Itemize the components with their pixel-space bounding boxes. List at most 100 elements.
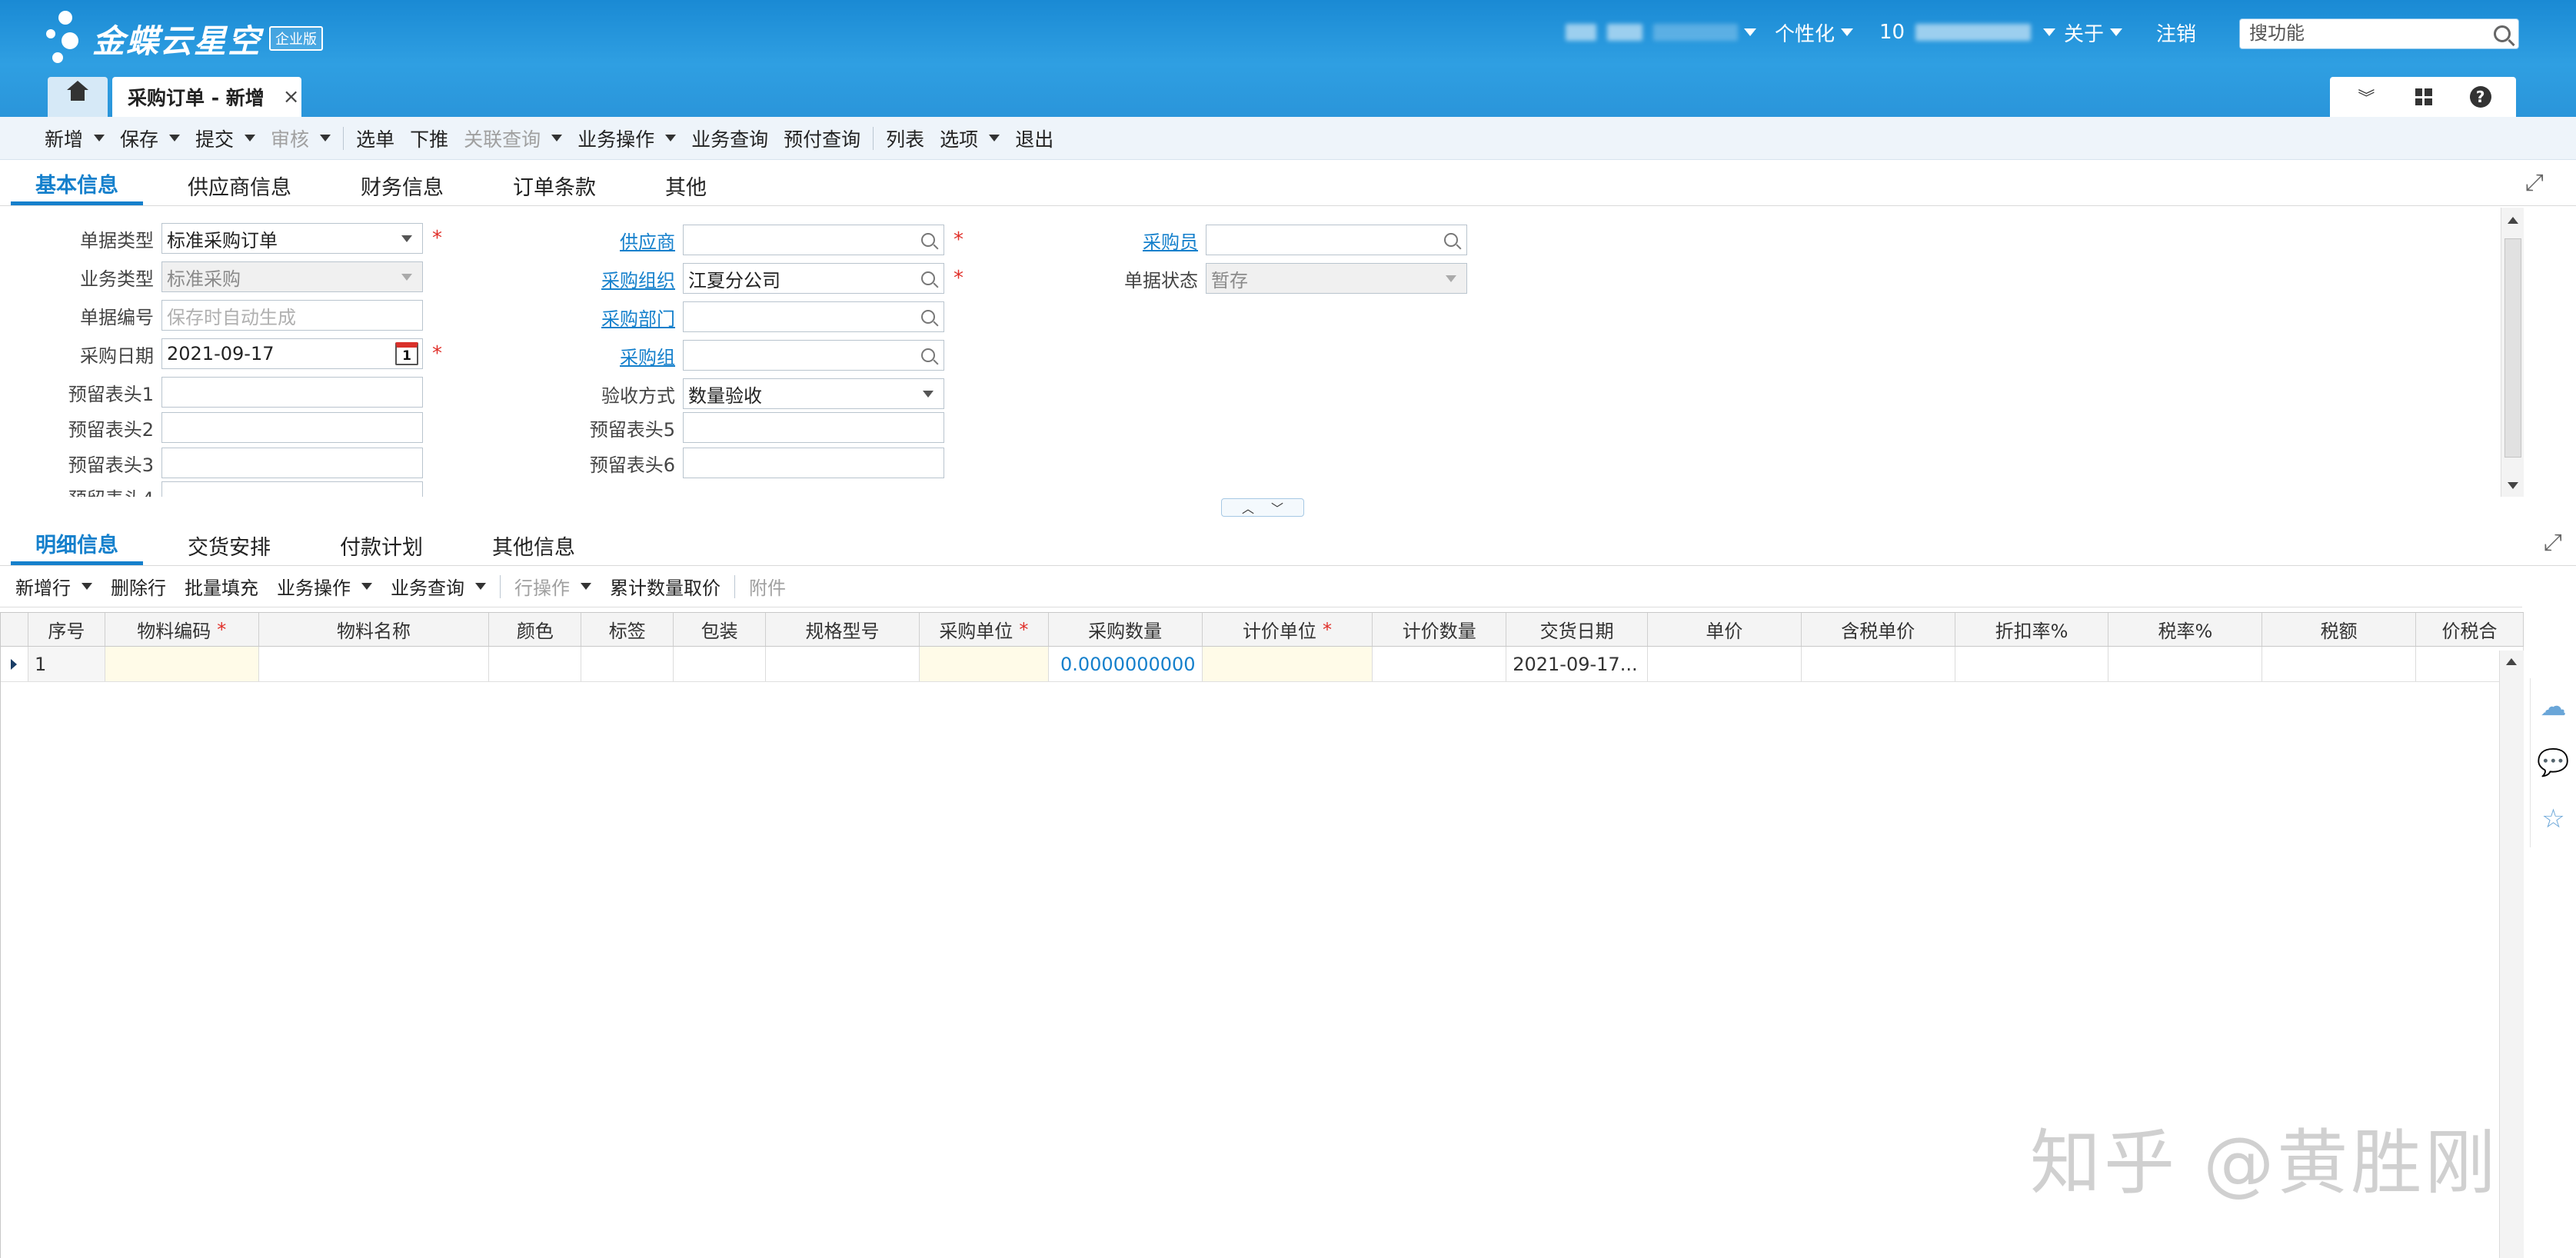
buyer-link[interactable]: 采购员: [1046, 227, 1198, 254]
scroll-up-icon[interactable]: [2506, 658, 2517, 665]
toolbar-button[interactable]: 新增: [37, 117, 112, 160]
toolbar-button[interactable]: 下推: [402, 117, 456, 160]
tab-detail_tabs-2[interactable]: 付款计划: [315, 525, 448, 565]
grid-cell[interactable]: [919, 647, 1049, 681]
function-search[interactable]: [2239, 18, 2519, 49]
grid-cell[interactable]: [1202, 647, 1373, 681]
toolbar-button[interactable]: 业务操作: [570, 117, 684, 160]
account-menu[interactable]: 10: [1879, 15, 2056, 49]
purchase-date-input[interactable]: 2021-09-17 1: [161, 338, 423, 369]
grid-cell[interactable]: [1648, 647, 1802, 681]
about-menu[interactable]: 关于: [2064, 15, 2123, 49]
grid-cell[interactable]: [1802, 647, 1955, 681]
column-header[interactable]: 物料编码 *: [105, 613, 259, 646]
row-indicator[interactable]: [1, 647, 28, 681]
lookup-button[interactable]: [913, 225, 944, 255]
column-header[interactable]: 含税单价: [1802, 613, 1955, 646]
toolbar-button[interactable]: 保存: [112, 117, 188, 160]
detail-toolbar-button[interactable]: 批量填充: [175, 566, 268, 607]
toolbar-button[interactable]: 列表: [878, 117, 932, 160]
purchase-org-input[interactable]: 江夏分公司: [683, 263, 944, 294]
column-header[interactable]: 物料名称: [259, 613, 490, 646]
logout-link[interactable]: 注销: [2156, 15, 2196, 49]
grid-scrollbar[interactable]: [2499, 651, 2524, 1258]
grid-cell[interactable]: [2108, 647, 2263, 681]
column-header[interactable]: 折扣率%: [1955, 613, 2109, 646]
tab-header_tabs-2[interactable]: 财务信息: [336, 165, 468, 205]
chevron-down-icon[interactable]: ﹀: [1271, 498, 1283, 517]
toolbar-button[interactable]: 预付查询: [776, 117, 868, 160]
toolbar-button[interactable]: 提交: [188, 117, 263, 160]
tab-detail_tabs-3[interactable]: 其他信息: [468, 525, 600, 565]
supplier-input[interactable]: [683, 225, 944, 255]
search-icon[interactable]: [2494, 25, 2511, 42]
grid-cell[interactable]: 0.0000000000: [1049, 647, 1203, 681]
tab-header_tabs-3[interactable]: 订单条款: [488, 165, 621, 205]
grid-cell[interactable]: [489, 647, 582, 681]
column-header[interactable]: 计价单位 *: [1203, 613, 1373, 646]
toolbar-button[interactable]: 选项: [932, 117, 1007, 160]
tab-detail_tabs-0[interactable]: 明细信息: [11, 525, 143, 565]
grid-cell[interactable]: [1955, 647, 2109, 681]
column-header[interactable]: 包装: [674, 613, 767, 646]
lookup-button[interactable]: [913, 341, 944, 370]
grid-cell[interactable]: [2262, 647, 2417, 681]
purchase-group-input[interactable]: [683, 340, 944, 371]
column-header[interactable]: 标签: [581, 613, 674, 646]
app-logo[interactable]: 金蝶云星空 企业版: [43, 6, 324, 71]
detail-toolbar-button[interactable]: 累计数量取价: [601, 566, 730, 607]
reserve3-input[interactable]: [161, 448, 423, 478]
double-chevron-down-icon[interactable]: ︾: [2355, 85, 2378, 108]
detail-toolbar-button[interactable]: 业务查询: [381, 566, 495, 607]
lookup-button[interactable]: [913, 264, 944, 293]
toolbar-button[interactable]: 退出: [1007, 117, 1061, 160]
bill-no-input[interactable]: 保存时自动生成: [161, 300, 423, 331]
cloud-icon[interactable]: ☁: [2538, 691, 2569, 722]
purchase-group-link[interactable]: 采购组: [523, 342, 675, 369]
reserve6-input[interactable]: [683, 448, 944, 478]
grid-cell[interactable]: [259, 647, 490, 681]
purchase-dept-link[interactable]: 采购部门: [523, 304, 675, 331]
grid-cell[interactable]: 2021-09-17...: [1506, 647, 1649, 681]
column-header[interactable]: 规格型号: [766, 613, 920, 646]
tab-header_tabs-1[interactable]: 供应商信息: [163, 165, 316, 205]
close-icon[interactable]: ×: [283, 85, 300, 108]
scroll-up-icon[interactable]: [2508, 217, 2518, 224]
column-header[interactable]: 税额: [2262, 613, 2417, 646]
tab-header_tabs-4[interactable]: 其他: [641, 165, 731, 205]
search-input[interactable]: [2249, 19, 2480, 47]
help-icon[interactable]: ?: [2469, 86, 2491, 108]
column-header[interactable]: 序号: [28, 613, 105, 646]
column-header[interactable]: 采购数量: [1049, 613, 1203, 646]
detail-toolbar-button[interactable]: 新增行: [6, 566, 102, 607]
dropdown-arrow-icon[interactable]: [391, 224, 422, 253]
table-row[interactable]: 1 0.0000000000 2021-09-17...: [1, 647, 2524, 682]
lookup-button[interactable]: [913, 302, 944, 331]
detail-toolbar-button[interactable]: 删除行: [102, 566, 175, 607]
expand-icon[interactable]: [2525, 169, 2545, 196]
detail-toolbar-button[interactable]: 业务操作: [268, 566, 381, 607]
column-header[interactable]: 价税合: [2416, 613, 2524, 646]
expand-icon[interactable]: [2544, 529, 2564, 556]
reserve2-input[interactable]: [161, 412, 423, 443]
chat-icon[interactable]: 💬: [2537, 747, 2569, 778]
purchase-dept-input[interactable]: [683, 301, 944, 332]
toolbar-button[interactable]: 选单: [348, 117, 402, 160]
grid-cell[interactable]: [105, 647, 259, 681]
form-scrollbar[interactable]: [2501, 208, 2524, 497]
star-icon[interactable]: ☆: [2538, 804, 2569, 834]
scroll-down-icon[interactable]: [2508, 482, 2518, 489]
column-header[interactable]: 税率%: [2108, 613, 2263, 646]
column-header[interactable]: 采购单位 *: [920, 613, 1049, 646]
dropdown-arrow-icon[interactable]: [913, 379, 944, 408]
reserve4-input[interactable]: [161, 481, 423, 497]
tab-detail_tabs-1[interactable]: 交货安排: [163, 525, 295, 565]
reserve5-input[interactable]: [683, 412, 944, 443]
column-header[interactable]: 单价: [1648, 613, 1802, 646]
scroll-thumb[interactable]: [2504, 238, 2521, 458]
personalize-menu[interactable]: 个性化: [1775, 15, 1854, 49]
reserve1-input[interactable]: [161, 377, 423, 408]
grid-cell[interactable]: [766, 647, 920, 681]
tab-purchase-order-new[interactable]: 采购订单 - 新增 ×: [112, 77, 301, 117]
grid-cell[interactable]: [581, 647, 674, 681]
